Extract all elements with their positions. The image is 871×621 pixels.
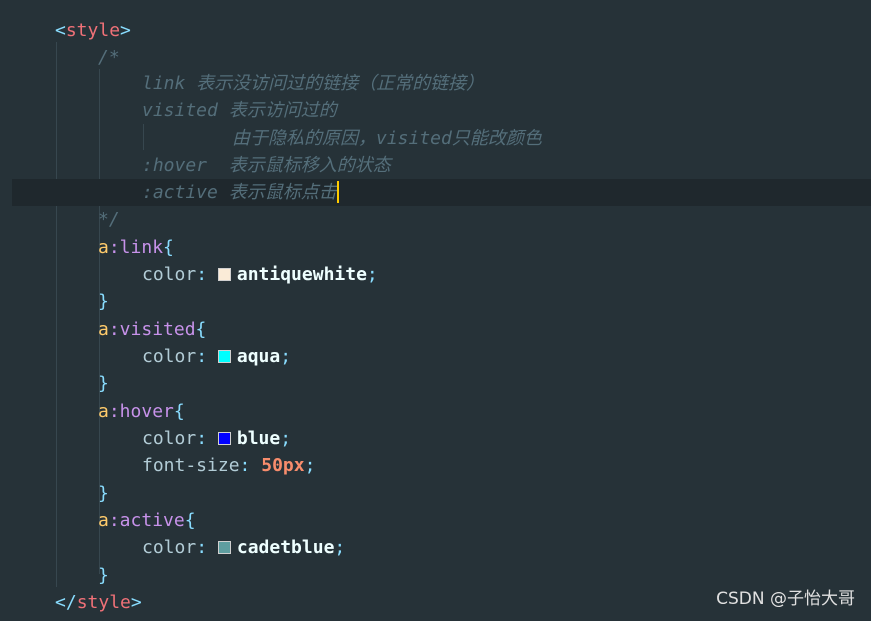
comment-line-active[interactable]: :active 表示鼠标点击: [142, 179, 339, 206]
property-value: blue: [236, 428, 281, 449]
color-swatch-blue[interactable]: [217, 432, 231, 445]
property-name: font-size: [142, 455, 240, 476]
comment-line-visited-note[interactable]: 由于隐私的原因，visited只能改颜色: [232, 125, 542, 152]
comment-close[interactable]: */: [98, 206, 120, 233]
property-name: color: [142, 537, 197, 558]
selector-pseudo: :hover: [108, 401, 174, 422]
brace-open: {: [195, 319, 207, 340]
tag-bracket: >: [120, 20, 131, 41]
rule-visited-close[interactable]: }: [98, 370, 109, 397]
tag-name: style: [65, 20, 121, 41]
semicolon: ;: [280, 346, 292, 367]
current-line-highlight: [12, 179, 871, 206]
property-value: aqua: [236, 346, 281, 367]
watermark: CSDN @子怡大哥: [716, 589, 855, 609]
property-name: color: [142, 264, 197, 285]
colon: :: [239, 455, 251, 476]
rule-link-selector[interactable]: a:link{: [98, 234, 174, 261]
rule-visited-declaration[interactable]: color: aqua;: [142, 343, 291, 370]
comment-line-hover[interactable]: :hover 表示鼠标移入的状态: [142, 152, 391, 179]
brace-open: {: [163, 237, 174, 258]
color-swatch-cadetblue[interactable]: [217, 541, 231, 554]
indent-guide-1: [56, 42, 57, 587]
tag-bracket: </: [55, 592, 77, 613]
code-editor[interactable]: <style> /* link 表示没访问过的链接（正常的链接） visited…: [0, 0, 871, 621]
colon: :: [196, 346, 208, 367]
rule-active-selector[interactable]: a:active{: [98, 507, 196, 534]
colon: :: [196, 264, 208, 285]
semicolon: ;: [280, 428, 292, 449]
rule-link-declaration[interactable]: color: antiquewhite;: [142, 261, 378, 288]
property-value: antiquewhite: [236, 264, 367, 285]
comment-open[interactable]: /*: [98, 44, 120, 71]
rule-hover-selector[interactable]: a:hover{: [98, 398, 185, 425]
code-line-1[interactable]: <style>: [55, 17, 131, 44]
rule-hover-close[interactable]: }: [98, 480, 109, 507]
rule-visited-selector[interactable]: a:visited{: [98, 316, 206, 343]
comment-line-visited[interactable]: visited 表示访问过的: [142, 97, 337, 124]
property-value-number: 50px: [261, 455, 305, 476]
tag-bracket: >: [130, 592, 142, 613]
tag-bracket: <: [55, 20, 66, 41]
text-cursor: [336, 181, 339, 203]
brace-open: {: [173, 401, 185, 422]
selector-pseudo: :link: [108, 237, 164, 258]
color-swatch-aqua[interactable]: [217, 350, 231, 363]
rule-link-close[interactable]: }: [98, 288, 109, 315]
rule-hover-declaration-font-size[interactable]: font-size: 50px;: [142, 452, 315, 479]
colon: :: [196, 537, 208, 558]
selector-element: a: [98, 237, 109, 258]
indent-guide-3: [143, 124, 144, 150]
color-swatch-antiquewhite[interactable]: [217, 268, 231, 281]
rule-hover-declaration-color[interactable]: color: blue;: [142, 425, 291, 452]
rule-active-close[interactable]: }: [98, 562, 109, 589]
semicolon: ;: [366, 264, 378, 285]
semicolon: ;: [334, 537, 346, 558]
selector-element: a: [98, 319, 109, 340]
property-name: color: [142, 346, 197, 367]
selector-element: a: [98, 401, 109, 422]
selector-pseudo: :active: [108, 510, 185, 531]
property-value: cadetblue: [236, 537, 335, 558]
property-name: color: [142, 428, 197, 449]
tag-name: style: [76, 592, 131, 613]
comment-text: :active 表示鼠标点击: [142, 182, 337, 203]
semicolon: ;: [304, 455, 316, 476]
code-line-style-close[interactable]: </style>: [55, 589, 142, 616]
comment-line-link[interactable]: link 表示没访问过的链接（正常的链接）: [142, 70, 484, 97]
selector-pseudo: :visited: [108, 319, 196, 340]
colon: :: [196, 428, 208, 449]
selector-element: a: [98, 510, 109, 531]
rule-active-declaration[interactable]: color: cadetblue;: [142, 534, 345, 561]
brace-open: {: [184, 510, 196, 531]
